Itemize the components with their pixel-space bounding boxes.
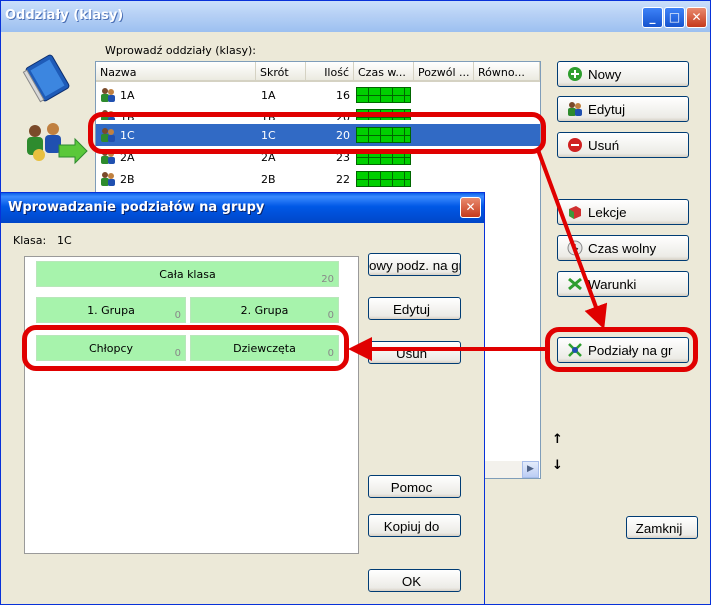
arrow-to-divisions xyxy=(536,149,608,330)
annotation-arrows xyxy=(348,149,608,361)
